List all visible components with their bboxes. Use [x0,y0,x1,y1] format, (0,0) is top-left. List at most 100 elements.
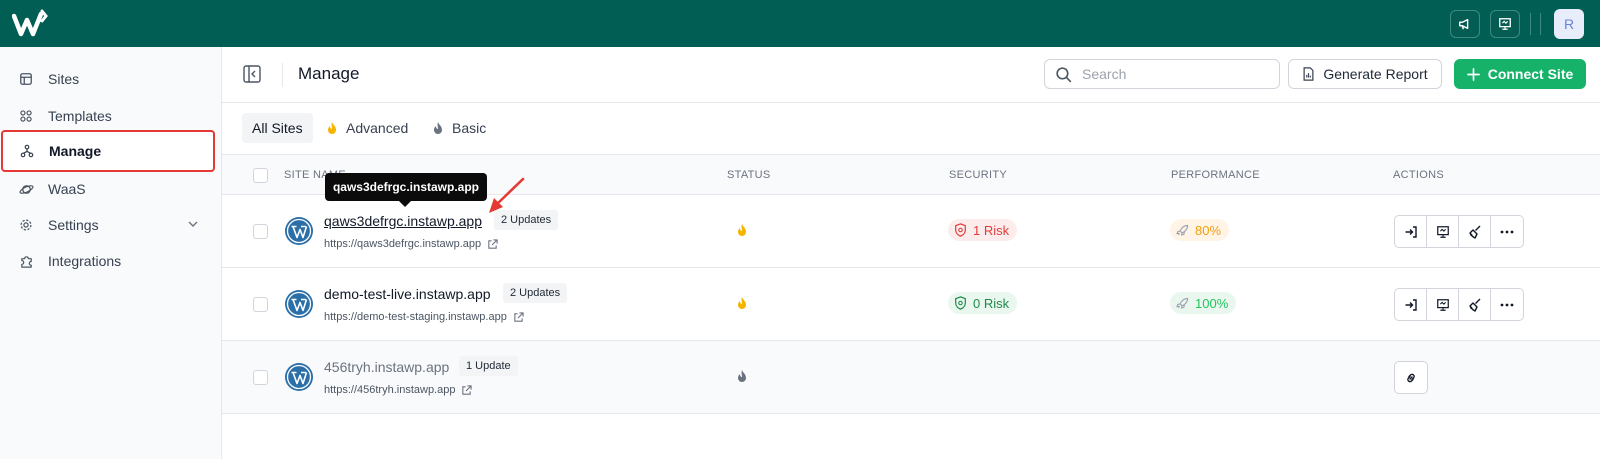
tutorials-button[interactable] [1490,10,1520,38]
sidebar: Sites Templates Manage WaaS Settings Int… [0,47,222,459]
sidebar-item-label: Templates [48,108,112,124]
tab-advanced[interactable]: Advanced [316,113,418,143]
login-icon [1405,298,1417,311]
network-icon [19,143,35,159]
user-avatar[interactable]: R [1554,9,1584,39]
connect-site-button[interactable]: Connect Site [1454,59,1586,89]
security-risk-badge[interactable]: 0 Risk [948,292,1018,314]
site-url-text[interactable]: https://demo-test-staging.instawp.app [324,311,507,323]
table-row: demo-test-live.instawp.app 2 Updates htt… [222,268,1600,341]
cleanup-button[interactable] [1459,216,1491,247]
tab-all-sites[interactable]: All Sites [242,113,313,143]
updates-badge[interactable]: 1 Update [459,356,518,376]
megaphone-icon [1459,18,1469,30]
announcements-button[interactable] [1450,10,1480,38]
sidebar-item-waas[interactable]: WaaS [8,171,213,207]
dashboard-button[interactable] [1427,216,1459,247]
sidebar-item-label: WaaS [48,181,86,197]
page-title: Manage [298,64,360,83]
header-divider [282,63,283,87]
search-box[interactable] [1044,59,1280,89]
search-icon [1056,66,1072,82]
sidebar-item-label: Manage [49,143,102,159]
updates-badge[interactable]: 2 Updates [503,283,568,303]
site-url[interactable]: https://demo-test-staging.instawp.app [324,311,524,323]
site-name-link[interactable]: demo-test-live.instawp.app [324,286,491,302]
sidebar-item-label: Integrations [48,253,122,269]
performance-text: 100% [1195,295,1229,311]
row-actions [1394,361,1428,394]
select-all-checkbox[interactable] [253,168,268,183]
row-actions [1394,215,1524,248]
security-risk-badge[interactable]: 1 Risk [948,219,1018,241]
site-name-tooltip: qaws3defrgc.instawp.app [325,173,487,201]
generate-report-button[interactable]: Generate Report [1288,59,1442,89]
tooltip-arrow [399,201,411,207]
tab-label: Basic [452,120,487,136]
security-risk-text: 1 Risk [973,222,1010,238]
sidebar-item-label: Settings [48,217,99,233]
site-url[interactable]: https://qaws3defrgc.instawp.app [324,238,498,250]
column-header-security: SECURITY [949,169,1008,181]
wordpress-icon [285,363,313,391]
link-icon [1407,373,1415,382]
dashboard-button[interactable] [1427,289,1459,320]
rocket-icon [1176,297,1189,309]
flame-yellow-icon [738,224,746,236]
login-icon [1405,225,1417,238]
tab-basic[interactable]: Basic [422,113,496,143]
site-url[interactable]: https://456tryh.instawp.app [324,384,473,396]
row-checkbox[interactable] [253,224,268,239]
site-name-link[interactable]: qaws3defrgc.instawp.app [324,213,482,229]
more-options-button[interactable] [1491,216,1523,247]
filter-tabs: All Sites Advanced Basic [222,103,1600,155]
presentation-icon [1499,18,1511,30]
connect-site-label: Connect Site [1487,66,1574,82]
external-link-icon[interactable] [513,311,524,323]
puzzle-icon [18,253,34,269]
annotation-arrow-icon [489,177,525,213]
layout-icon [18,71,34,87]
more-options-button[interactable] [1491,289,1523,320]
tab-label: Advanced [346,120,409,136]
login-button[interactable] [1395,216,1427,247]
presentation-icon [1436,225,1449,238]
instawp-logo-icon[interactable] [12,8,52,38]
top-bar: R [0,0,1600,47]
chevron-down-icon[interactable] [187,218,199,230]
topbar-divider [1530,13,1531,35]
security-risk-text: 0 Risk [973,295,1010,311]
topbar-divider [1540,13,1541,35]
site-url-text[interactable]: https://qaws3defrgc.instawp.app [324,238,481,250]
performance-badge[interactable]: 80% [1170,219,1230,241]
flame-yellow-icon [328,122,336,134]
broom-icon [1468,225,1480,239]
grid-icon [18,108,34,124]
sidebar-item-integrations[interactable]: Integrations [8,243,213,279]
sidebar-item-sites[interactable]: Sites [8,61,213,97]
performance-badge[interactable]: 100% [1170,292,1237,314]
sidebar-item-settings[interactable]: Settings [8,207,213,243]
column-header-performance: PERFORMANCE [1171,169,1260,181]
site-url-text[interactable]: https://456tryh.instawp.app [324,384,455,396]
external-link-icon[interactable] [461,384,473,396]
shield-icon [955,296,966,310]
sidebar-collapse-icon[interactable] [242,64,262,84]
ellipsis-icon [1500,303,1514,306]
cleanup-button[interactable] [1459,289,1491,320]
flame-gray-icon [738,370,746,382]
sidebar-item-manage[interactable]: Manage [1,130,215,172]
login-button[interactable] [1395,289,1427,320]
connect-link-button[interactable] [1395,362,1427,393]
planet-icon [18,181,34,197]
external-link-icon[interactable] [487,238,498,250]
row-checkbox[interactable] [253,370,268,385]
report-icon [1303,67,1314,81]
plus-icon [1466,67,1480,81]
sidebar-item-templates[interactable]: Templates [8,98,213,134]
flame-yellow-icon [738,297,746,309]
row-checkbox[interactable] [253,297,268,312]
site-name-link[interactable]: 456tryh.instawp.app [324,359,449,375]
rocket-icon [1176,224,1189,236]
search-input[interactable] [1082,66,1262,82]
